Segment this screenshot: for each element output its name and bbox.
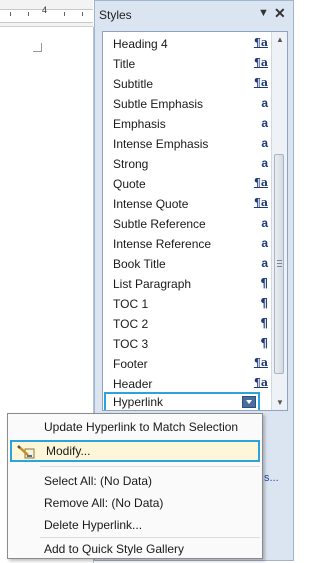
pane-title: Styles [99, 8, 132, 22]
pane-options-chevron-icon[interactable]: ▼ [258, 7, 269, 19]
style-item-book-title[interactable]: Book Title a [103, 254, 271, 274]
scroll-grip [277, 260, 282, 261]
style-item-label: Emphasis [113, 117, 166, 131]
style-item-toc-3[interactable]: TOC 3 ¶ [103, 334, 271, 354]
modify-style-icon [16, 443, 36, 459]
style-item-label: TOC 3 [113, 337, 149, 351]
vertical-scrollbar[interactable]: ▲ ▼ [271, 32, 287, 410]
character-style-icon: a [261, 136, 268, 150]
linked-style-icon: ¶a [253, 376, 268, 389]
menu-item-label: Update Hyperlink to Match Selection [44, 420, 239, 434]
style-item-label: TOC 1 [113, 297, 149, 311]
style-item-subtitle[interactable]: Subtitle ¶a [103, 74, 271, 94]
linked-style-icon: ¶a [253, 176, 268, 189]
close-icon[interactable]: ✕ [274, 5, 286, 22]
horizontal-ruler[interactable]: 4 [0, 0, 93, 27]
paragraph-style-icon: ¶ [260, 276, 268, 290]
style-item-emphasis[interactable]: Emphasis a [103, 114, 271, 134]
menu-item-label: Select All: (No Data) [44, 474, 153, 488]
scroll-down-arrow-icon[interactable]: ▼ [276, 398, 284, 407]
pane-link-fragment[interactable]: s... [264, 472, 279, 484]
character-style-icon: a [261, 236, 268, 250]
linked-style-icon: ¶a [253, 356, 268, 369]
style-item-header[interactable]: Header ¶a [103, 374, 271, 394]
style-item-list-paragraph[interactable]: List Paragraph ¶ [103, 274, 271, 294]
menu-item-remove-all[interactable]: Remove All: (No Data) [10, 492, 260, 514]
menu-item-label: Add to Quick Style Gallery [44, 542, 185, 556]
style-item-subtle-reference[interactable]: Subtle Reference a [103, 214, 271, 234]
style-item-label: Intense Quote [113, 197, 189, 211]
style-item-label: Strong [113, 157, 149, 171]
scroll-up-arrow-icon[interactable]: ▲ [276, 35, 284, 44]
menu-item-label: Remove All: (No Data) [44, 496, 164, 510]
scroll-thumb[interactable] [274, 154, 284, 374]
style-item-intense-reference[interactable]: Intense Reference a [103, 234, 271, 254]
paragraph-style-icon: ¶ [260, 316, 268, 330]
ruler-tick [10, 12, 11, 16]
style-item-label: Book Title [113, 257, 166, 271]
menu-item-delete-hyperlink[interactable]: Delete Hyperlink... [10, 514, 260, 536]
style-item-label: Heading 4 [113, 37, 168, 51]
scroll-grip [277, 266, 282, 267]
character-style-icon: a [261, 116, 268, 130]
style-dropdown-button[interactable] [242, 396, 256, 408]
style-item-label: Footer [113, 357, 148, 371]
style-item-label: List Paragraph [113, 277, 192, 291]
menu-separator [40, 466, 260, 467]
style-item-label: Hyperlink [113, 395, 164, 409]
style-item-label: Title [113, 57, 136, 71]
character-style-icon: a [261, 256, 268, 270]
linked-style-icon: ¶a [253, 56, 268, 69]
style-item-label: TOC 2 [113, 317, 149, 331]
style-item-subtle-emphasis[interactable]: Subtle Emphasis a [103, 94, 271, 114]
style-item-quote[interactable]: Quote ¶a [103, 174, 271, 194]
style-item-label: Header [113, 377, 153, 391]
style-item-intense-emphasis[interactable]: Intense Emphasis a [103, 134, 271, 154]
menu-item-select-all[interactable]: Select All: (No Data) [10, 470, 260, 492]
paragraph-style-icon: ¶ [260, 336, 268, 350]
style-item-hyperlink[interactable]: Hyperlink [104, 392, 260, 410]
style-item-toc-1[interactable]: TOC 1 ¶ [103, 294, 271, 314]
character-style-icon: a [261, 156, 268, 170]
style-item-title[interactable]: Title ¶a [103, 54, 271, 74]
character-style-icon: a [261, 216, 268, 230]
paragraph-style-icon: ¶ [260, 296, 268, 310]
style-item-label: Quote [113, 177, 146, 191]
menu-item-label: Delete Hyperlink... [44, 518, 143, 532]
linked-style-icon: ¶a [253, 76, 268, 89]
linked-style-icon: ¶a [253, 196, 268, 209]
scroll-grip [277, 263, 282, 264]
style-item-label: Subtle Reference [113, 217, 206, 231]
style-item-label: Intense Emphasis [113, 137, 209, 151]
style-context-menu: Update Hyperlink to Match Selection Modi… [7, 413, 263, 559]
style-item-label: Subtitle [113, 77, 154, 91]
linked-style-icon: ¶a [253, 36, 268, 49]
menu-item-add-to-quick-style-gallery[interactable]: Add to Quick Style Gallery [10, 538, 260, 560]
margin-corner-mark [33, 43, 42, 52]
style-item-footer[interactable]: Footer ¶a [103, 354, 271, 374]
menu-item-modify[interactable]: Modify... [10, 440, 260, 462]
menu-item-update-hyperlink[interactable]: Update Hyperlink to Match Selection [10, 416, 260, 438]
menu-item-label: Modify... [46, 444, 91, 458]
style-item-heading-4[interactable]: Heading 4 ¶a [103, 34, 271, 54]
style-item-intense-quote[interactable]: Intense Quote ¶a [103, 194, 271, 214]
style-item-toc-2[interactable]: TOC 2 ¶ [103, 314, 271, 334]
ruler-tick [64, 12, 65, 16]
style-item-label: Intense Reference [113, 237, 212, 251]
ruler-tick [82, 12, 83, 16]
style-item-strong[interactable]: Strong a [103, 154, 271, 174]
ruler-tick [28, 12, 29, 16]
style-item-label: Subtle Emphasis [113, 97, 204, 111]
ruler-number: 4 [42, 5, 48, 15]
character-style-icon: a [261, 96, 268, 110]
style-list[interactable]: Heading 4 ¶a Title ¶a Subtitle ¶a Subtle Empha… [102, 31, 288, 411]
